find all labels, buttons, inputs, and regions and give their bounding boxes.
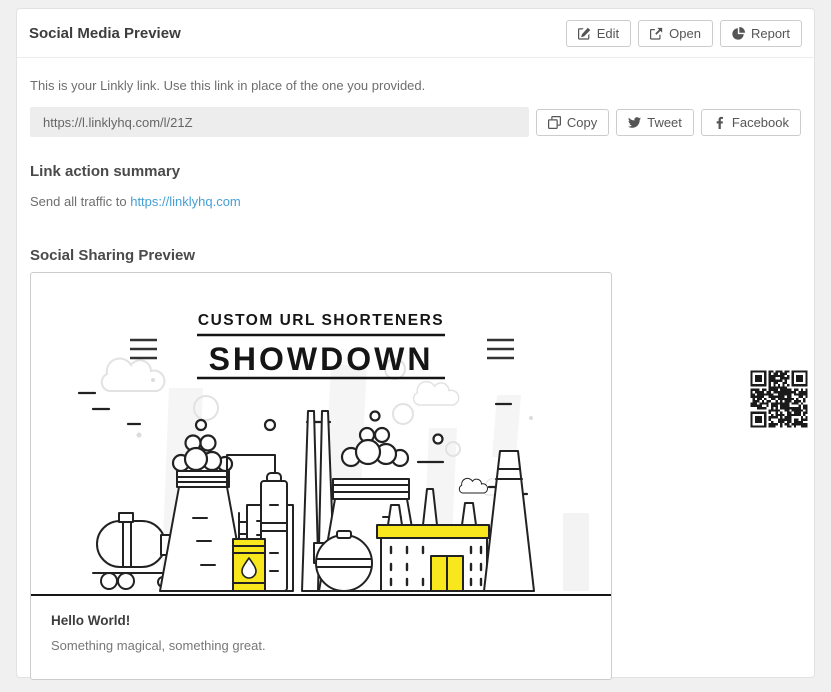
share-card-footer: Hello World! Something magical, somethin…: [31, 596, 611, 679]
facebook-icon: [713, 116, 726, 129]
social-media-preview-panel: Social Media Preview Edit Open Report Th…: [16, 8, 815, 678]
illustration-headline: CUSTOM URL SHORTENERS SHOWDOWN: [130, 312, 514, 378]
report-button[interactable]: Report: [720, 20, 802, 47]
hamburger-flourish-right: [487, 340, 514, 358]
share-card-title: Hello World!: [51, 613, 591, 628]
qr-code-image: [748, 368, 810, 430]
edit-button[interactable]: Edit: [566, 20, 631, 47]
link-action-summary-heading: Link action summary: [30, 163, 801, 180]
social-share-card: CUSTOM URL SHORTENERS SHOWDOWN: [30, 272, 612, 680]
short-link-input[interactable]: [30, 107, 529, 137]
factory-building: [377, 489, 489, 591]
send-all-traffic-row: Send all traffic to https://linklyhq.com: [30, 194, 801, 209]
header-actions: Edit Open Report: [566, 20, 802, 47]
send-all-traffic-text: Send all traffic to: [30, 194, 127, 209]
copy-icon: [548, 116, 561, 129]
share-card-description: Something magical, something great.: [51, 638, 591, 653]
dark-clouds-and-smoke: [79, 393, 527, 494]
external-link-icon: [650, 27, 663, 40]
industrial-skyline: [93, 411, 534, 591]
facebook-button[interactable]: Facebook: [701, 109, 801, 136]
qr-code: [748, 368, 810, 430]
destination-link[interactable]: https://linklyhq.com: [130, 194, 241, 209]
oil-barrel: [233, 539, 265, 591]
pie-chart-icon: [732, 27, 745, 40]
page-title: Social Media Preview: [29, 25, 181, 42]
social-sharing-preview-heading: Social Sharing Preview: [30, 247, 801, 264]
hamburger-flourish-left: [130, 340, 157, 358]
intro-text: This is your Linkly link. Use this link …: [30, 78, 801, 93]
short-link-row: Copy Tweet Facebook: [30, 107, 801, 137]
panel-header: Social Media Preview Edit Open Report: [17, 9, 814, 58]
copy-button[interactable]: Copy: [536, 109, 609, 136]
open-button[interactable]: Open: [638, 20, 713, 47]
share-card-illustration: CUSTOM URL SHORTENERS SHOWDOWN: [31, 273, 611, 596]
headline-top-text: CUSTOM URL SHORTENERS: [198, 312, 444, 329]
twitter-icon: [628, 116, 641, 129]
cooling-tower-right: [484, 451, 534, 591]
panel-body: This is your Linkly link. Use this link …: [17, 58, 814, 690]
headline-main-text: SHOWDOWN: [209, 341, 434, 377]
tweet-button[interactable]: Tweet: [616, 109, 694, 136]
edit-icon: [578, 27, 591, 40]
